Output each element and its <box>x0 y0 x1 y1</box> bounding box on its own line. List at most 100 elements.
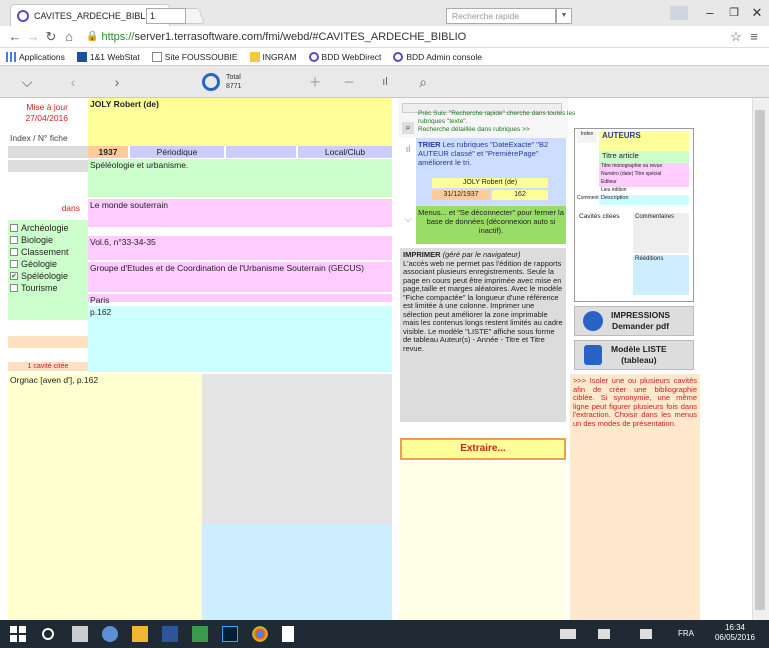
layout-content: Mise à jour 27/04/2016 Index / N° fiche … <box>0 98 752 620</box>
scope-field[interactable]: Local/Club <box>298 146 392 158</box>
document-icon[interactable] <box>282 626 294 642</box>
category-label: Géologie <box>21 259 58 269</box>
checkbox-icon[interactable] <box>10 284 18 292</box>
sort-icon[interactable]: ıl <box>376 71 394 93</box>
preview-index: Index <box>577 131 597 143</box>
bookmark-foussoubie[interactable]: Site FOUSSOUBIE <box>151 51 238 62</box>
tray-volume-icon[interactable] <box>640 629 652 639</box>
webstat-icon <box>76 51 87 62</box>
checkbox-icon[interactable] <box>10 236 18 244</box>
search-dropdown-icon[interactable]: ▼ <box>556 8 572 24</box>
checkbox-icon[interactable] <box>10 260 18 268</box>
pages-field[interactable]: p.162 <box>88 306 392 372</box>
bookmark-webstat[interactable]: 1&1 WebStat <box>76 51 140 62</box>
type-field[interactable]: Périodique <box>130 146 224 158</box>
update-date: 27/04/2016 <box>25 113 68 123</box>
clock[interactable]: 16:34 06/05/2016 <box>706 623 764 643</box>
list-model-button[interactable]: Modèle LISTE (tableau) <box>574 340 694 370</box>
next-record-button[interactable]: › <box>108 71 126 93</box>
city-field[interactable]: Paris <box>88 294 392 306</box>
author-field[interactable]: JOLY Robert (de) <box>88 98 392 146</box>
home-icon[interactable]: ⌂ <box>60 29 78 44</box>
word-icon[interactable] <box>162 626 178 642</box>
category-tourisme[interactable]: Tourisme <box>10 282 86 294</box>
layout-menu-icon[interactable]: ⌵ <box>402 214 414 226</box>
calculator-icon[interactable] <box>72 626 88 642</box>
source-field[interactable]: Le monde souterrain <box>88 199 392 227</box>
cortana-icon[interactable] <box>42 628 54 640</box>
total-records: Total 8771 <box>226 71 242 93</box>
sort-icon[interactable]: ıl <box>402 144 414 156</box>
notes-area <box>202 524 392 620</box>
star-icon[interactable]: ☆ <box>727 29 745 45</box>
find-icon[interactable]: ⌕ <box>402 122 414 134</box>
bookmark-bdd-admin[interactable]: BDD Admin console <box>393 51 482 62</box>
minimize-button[interactable]: – <box>698 4 722 22</box>
previous-record-button[interactable]: ‹ <box>64 71 82 93</box>
category-label: Spéléologie <box>21 271 69 281</box>
total-label: Total <box>226 74 241 81</box>
language-indicator[interactable]: FRA <box>678 629 694 638</box>
year-field[interactable]: 1937 <box>88 146 128 158</box>
windows-taskbar: FRA 16:34 06/05/2016 <box>0 620 769 648</box>
preview-cavities: Cavités citées <box>579 213 620 220</box>
sort-date-field[interactable]: 31/12/1937 <box>432 190 490 200</box>
forward-arrow-icon[interactable]: → <box>24 29 42 44</box>
category-label: Archéologie <box>21 223 69 233</box>
scrollbar-thumb[interactable] <box>755 110 765 610</box>
quick-search-input[interactable]: Recherche rapide <box>446 8 556 24</box>
tray-keyboard-icon[interactable] <box>560 629 576 639</box>
publisher-field[interactable]: Groupe d'Etudes et de Coordination de l'… <box>88 262 392 292</box>
clock-date: 06/05/2016 <box>714 633 756 642</box>
bookmark-bdd-webdirect[interactable]: BDD WebDirect <box>308 51 381 62</box>
back-arrow-icon[interactable]: ← <box>6 29 24 44</box>
pdf-icon <box>583 311 603 331</box>
comments-area <box>202 374 392 524</box>
cavity-list[interactable]: Orgnac [aven d'], p.162 <box>8 374 202 620</box>
record-number-field[interactable] <box>8 160 88 172</box>
tray-network-icon[interactable] <box>598 629 610 639</box>
index-field[interactable] <box>8 146 88 158</box>
new-record-button[interactable]: + <box>306 71 324 93</box>
bookmark-applications[interactable]: Applications <box>6 51 65 62</box>
address-bar: ← → ↻ ⌂ 🔒 https://server1.terrasoftware.… <box>0 26 769 48</box>
list-icon <box>584 345 602 365</box>
checkbox-icon[interactable] <box>10 248 18 256</box>
layout-menu-icon[interactable]: ⌵ <box>18 71 36 93</box>
record-number-input[interactable]: 1 <box>146 8 186 24</box>
category-archeologie[interactable]: Archéologie <box>10 222 86 234</box>
checkbox-icon[interactable] <box>10 224 18 232</box>
sort-page-field[interactable]: 162 <box>492 190 548 200</box>
category-label: Classement <box>21 247 69 257</box>
volume-field[interactable]: Vol.6, n°33-34-35 <box>88 236 392 260</box>
checkbox-checked-icon[interactable]: ✔ <box>10 272 18 280</box>
photoshop-icon[interactable] <box>222 626 238 642</box>
title-field[interactable]: Spéléologie et urbanisme. <box>88 159 392 197</box>
start-icon[interactable] <box>10 626 26 642</box>
bookmark-ingram[interactable]: INGRAM <box>249 51 297 62</box>
close-window-button[interactable]: ✕ <box>745 4 769 22</box>
preview-place: Lieu édition <box>601 187 627 193</box>
url-field[interactable]: https://server1.terrasoftware.com/fmi/we… <box>101 31 727 43</box>
category-label: Tourisme <box>21 283 58 293</box>
category-speleologie[interactable]: ✔ Spéléologie <box>10 270 86 282</box>
category-biologie[interactable]: Biologie <box>10 234 86 246</box>
subtype-field[interactable] <box>226 146 296 158</box>
maximize-button[interactable]: ❐ <box>722 4 746 22</box>
find-icon[interactable]: ⌕ <box>414 71 432 93</box>
extract-button[interactable]: Extraire... <box>400 438 566 460</box>
reload-icon[interactable]: ↻ <box>42 29 60 45</box>
cavity-filter-field[interactable] <box>8 336 88 348</box>
file-explorer-icon[interactable] <box>132 626 148 642</box>
category-geologie[interactable]: Géologie <box>10 258 86 270</box>
user-icon[interactable] <box>670 6 688 20</box>
chrome-icon[interactable] <box>252 626 268 642</box>
app-green-icon[interactable] <box>192 626 208 642</box>
menu-icon[interactable]: ≡ <box>745 29 763 44</box>
sort-author-field[interactable]: JOLY Robert (de) <box>432 178 548 188</box>
delete-record-button[interactable]: − <box>340 71 358 93</box>
filemaker-toolbar: ⌵ ‹ › Total 8771 + − ıl ⌕ <box>0 66 769 98</box>
app-icon[interactable] <box>102 626 118 642</box>
category-classement[interactable]: Classement <box>10 246 86 258</box>
print-pdf-button[interactable]: IMPRESSIONS Demander pdf <box>574 306 694 336</box>
